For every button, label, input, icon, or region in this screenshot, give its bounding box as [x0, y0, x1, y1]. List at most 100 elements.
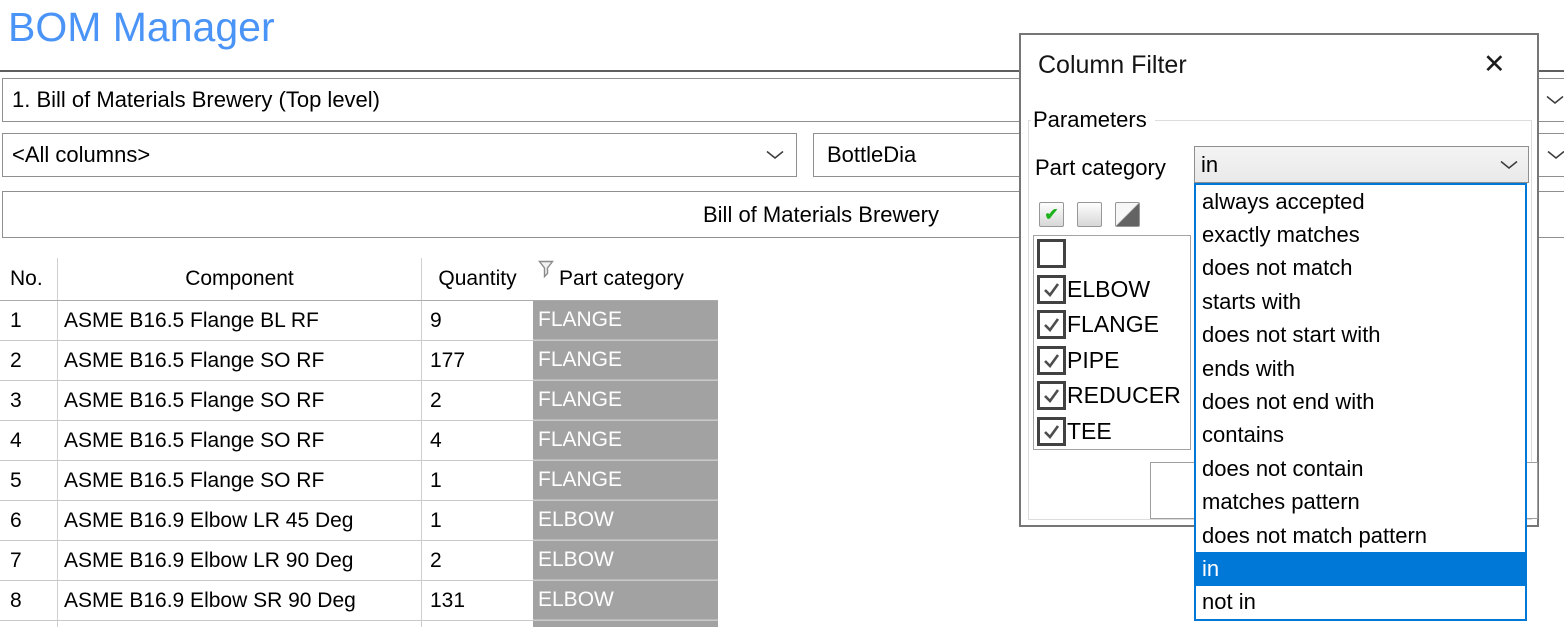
- col-header-part-category[interactable]: Part category: [533, 258, 718, 300]
- checkbox-checked-icon: [1037, 381, 1066, 410]
- table-row[interactable]: 5 ASME B16.5 Flange SO RF 1 FLANGE: [0, 461, 718, 501]
- bom-manager-window: BOM Manager 1. Bill of Materials Brewery…: [0, 0, 1564, 627]
- cell-component: ASME B16.5 Flange SO RF: [58, 381, 422, 420]
- value-checkbox-item[interactable]: PIPE: [1034, 343, 1190, 379]
- select-all-button[interactable]: ✔: [1039, 202, 1064, 227]
- table-row[interactable]: 9 ASME B16.9 Elbow SR 90 Deg 13 ELBOW: [0, 621, 718, 627]
- column-select-value: <All columns>: [12, 134, 150, 176]
- checkbox-checked-icon: [1037, 310, 1066, 339]
- operator-option-selected[interactable]: in: [1196, 552, 1525, 585]
- operator-option[interactable]: does not contain: [1196, 452, 1525, 485]
- cell-quantity: 13: [422, 621, 533, 627]
- cell-part-category: FLANGE: [533, 341, 718, 380]
- operator-option[interactable]: does not start with: [1196, 319, 1525, 352]
- page-title: BOM Manager: [8, 4, 275, 51]
- value-label: REDUCER: [1067, 382, 1181, 409]
- cell-no: 6: [0, 501, 58, 540]
- table-row[interactable]: 2 ASME B16.5 Flange SO RF 177 FLANGE: [0, 341, 718, 381]
- cell-component: ASME B16.9 Elbow SR 90 Deg: [58, 621, 422, 627]
- bom-table: No. Component Quantity Part category 1 A…: [0, 258, 718, 627]
- cell-component: ASME B16.5 Flange SO RF: [58, 341, 422, 380]
- cell-component: ASME B16.9 Elbow LR 90 Deg: [58, 541, 422, 580]
- cell-component: ASME B16.9 Elbow LR 45 Deg: [58, 501, 422, 540]
- checkbox-checked-icon: [1037, 275, 1066, 304]
- operator-option[interactable]: does not match: [1196, 252, 1525, 285]
- parameter-label: Part category: [1035, 155, 1166, 181]
- table-row[interactable]: 3 ASME B16.5 Flange SO RF 2 FLANGE: [0, 381, 718, 421]
- cell-part-category: FLANGE: [533, 301, 718, 340]
- value-checkbox-item[interactable]: ELBOW: [1034, 272, 1190, 308]
- operator-dropdown-list: always accepted exactly matches does not…: [1194, 183, 1527, 621]
- value-checkbox-item[interactable]: [1034, 236, 1190, 272]
- cell-quantity: 1: [422, 461, 533, 500]
- cell-quantity: 4: [422, 421, 533, 460]
- cell-component: ASME B16.5 Flange SO RF: [58, 461, 422, 500]
- table-header-row: No. Component Quantity Part category: [0, 258, 718, 301]
- operator-value: in: [1201, 147, 1218, 182]
- cell-part-category: ELBOW: [533, 581, 718, 620]
- cell-component: ASME B16.5 Flange BL RF: [58, 301, 422, 340]
- value-label: TEE: [1067, 418, 1112, 445]
- cell-quantity: 2: [422, 381, 533, 420]
- check-icon: ✔: [1044, 206, 1058, 223]
- operator-option[interactable]: exactly matches: [1196, 218, 1525, 251]
- clear-selection-button[interactable]: [1077, 202, 1102, 227]
- operator-option[interactable]: always accepted: [1196, 185, 1525, 218]
- operator-option[interactable]: contains: [1196, 419, 1525, 452]
- col-header-quantity[interactable]: Quantity: [422, 258, 533, 300]
- chevron-down-icon: [1500, 160, 1518, 170]
- operator-combobox[interactable]: in: [1194, 146, 1529, 183]
- cell-no: 5: [0, 461, 58, 500]
- col-header-component[interactable]: Component: [58, 258, 422, 300]
- cell-no: 2: [0, 341, 58, 380]
- cell-component: ASME B16.9 Elbow SR 90 Deg: [58, 581, 422, 620]
- cell-part-category: FLANGE: [533, 461, 718, 500]
- cell-part-category: FLANGE: [533, 421, 718, 460]
- dialog-title: Column Filter: [1038, 51, 1187, 80]
- column-select-combobox[interactable]: <All columns>: [2, 133, 797, 177]
- invert-selection-button[interactable]: [1115, 202, 1140, 227]
- operator-option[interactable]: does not end with: [1196, 385, 1525, 418]
- chevron-down-icon: [1547, 150, 1564, 160]
- chevron-down-icon: [1546, 95, 1564, 105]
- cell-part-category: ELBOW: [533, 621, 718, 627]
- cell-no: 3: [0, 381, 58, 420]
- cell-no: 4: [0, 421, 58, 460]
- table-row[interactable]: 6 ASME B16.9 Elbow LR 45 Deg 1 ELBOW: [0, 501, 718, 541]
- checkbox-checked-icon: [1037, 346, 1066, 375]
- cell-part-category: ELBOW: [533, 501, 718, 540]
- value-label: ELBOW: [1067, 276, 1150, 303]
- search-value: BottleDia: [827, 134, 916, 176]
- cell-quantity: 177: [422, 341, 533, 380]
- table-caption: Bill of Materials Brewery: [703, 192, 939, 237]
- selection-toolbar: ✔: [1039, 202, 1153, 227]
- operator-option[interactable]: matches pattern: [1196, 486, 1525, 519]
- cell-quantity: 131: [422, 581, 533, 620]
- value-checkbox-item[interactable]: FLANGE: [1034, 307, 1190, 343]
- checkbox-checked-icon: [1037, 417, 1066, 446]
- group-label: Parameters: [1031, 107, 1155, 133]
- operator-option[interactable]: starts with: [1196, 285, 1525, 318]
- value-checkbox-item[interactable]: REDUCER: [1034, 378, 1190, 414]
- table-row[interactable]: 1 ASME B16.5 Flange BL RF 9 FLANGE: [0, 301, 718, 341]
- cell-no: 9: [0, 621, 58, 627]
- operator-option[interactable]: ends with: [1196, 352, 1525, 385]
- checkbox-unchecked-icon: [1037, 239, 1066, 268]
- value-checkbox-item[interactable]: TEE: [1034, 414, 1190, 450]
- cell-part-category: FLANGE: [533, 381, 718, 420]
- filter-icon[interactable]: [538, 260, 554, 279]
- cell-component: ASME B16.5 Flange SO RF: [58, 421, 422, 460]
- cell-no: 1: [0, 301, 58, 340]
- col-header-label: Part category: [559, 267, 684, 291]
- cell-no: 7: [0, 541, 58, 580]
- value-label: PIPE: [1067, 347, 1119, 374]
- operator-option[interactable]: does not match pattern: [1196, 519, 1525, 552]
- close-icon[interactable]: ✕: [1483, 49, 1506, 80]
- table-row[interactable]: 4 ASME B16.5 Flange SO RF 4 FLANGE: [0, 421, 718, 461]
- table-row[interactable]: 7 ASME B16.9 Elbow LR 90 Deg 2 ELBOW: [0, 541, 718, 581]
- operator-option[interactable]: not in: [1196, 586, 1525, 619]
- value-label: FLANGE: [1067, 311, 1159, 338]
- table-row[interactable]: 8 ASME B16.9 Elbow SR 90 Deg 131 ELBOW: [0, 581, 718, 621]
- chevron-down-icon: [766, 150, 784, 160]
- col-header-no[interactable]: No.: [0, 258, 58, 300]
